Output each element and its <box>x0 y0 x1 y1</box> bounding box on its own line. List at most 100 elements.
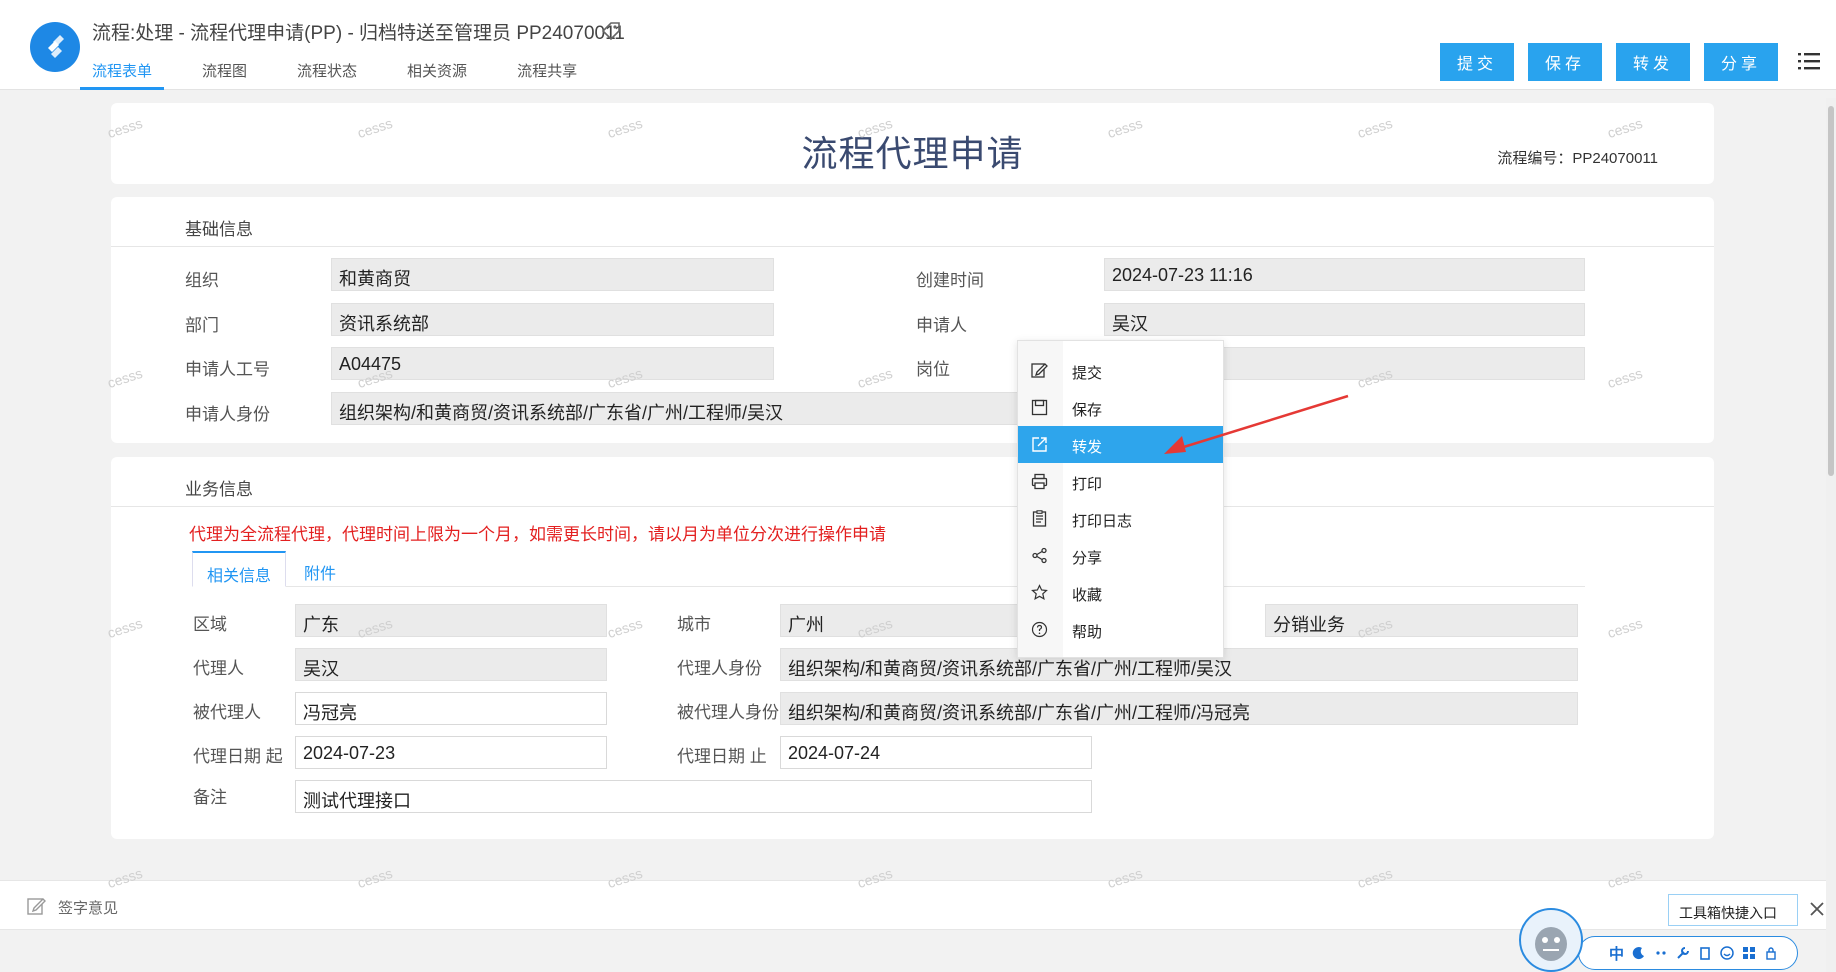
sign-opinion-label: 签字意见 <box>58 900 119 917</box>
menu-item-print-log[interactable]: 打印日志 <box>1018 500 1223 537</box>
post-label: 岗位 <box>916 360 950 379</box>
submit-button[interactable]: 提交 <box>1440 43 1514 81</box>
star-icon <box>1031 584 1048 600</box>
menu-item-label: 转发 <box>1072 439 1103 456</box>
annotation-arrow-icon <box>1164 394 1349 454</box>
start-date-label: 代理日期 起 <box>193 747 283 766</box>
menu-item-label: 打印 <box>1072 476 1103 493</box>
basic-info-title: 基础信息 <box>185 220 253 239</box>
tab-flow-share[interactable]: 流程共享 <box>505 56 589 90</box>
agency-warning-text: 代理为全流程代理，代理时间上限为一个月，如需更长时间，请以月为单位分次进行操作申… <box>189 525 886 544</box>
form-title-panel: 流程代理申请 流程编号：PP24070011 <box>111 103 1714 184</box>
principal-field[interactable]: 冯冠亮 <box>295 692 607 725</box>
share-icon <box>1032 547 1047 564</box>
page-title: 流程:处理 - 流程代理申请(PP) - 归档特送至管理员 PP24070011 <box>92 23 625 44</box>
business-info-title: 业务信息 <box>185 480 253 499</box>
save-icon <box>1031 399 1048 416</box>
principal-identity-field[interactable]: 组织架构/和黄商贸/资讯系统部/广东省/广州/工程师/冯冠亮 <box>780 692 1578 725</box>
context-menu: 提交 保存 转发 打印 打印日志 分享 收藏 帮助 <box>1017 340 1224 658</box>
end-date-label: 代理日期 止 <box>677 747 767 766</box>
forward-icon <box>1032 437 1047 452</box>
edit-icon <box>1031 363 1048 378</box>
clipboard-icon[interactable] <box>1698 946 1712 960</box>
app-logo-icon <box>30 22 80 72</box>
business-info-header: 业务信息 <box>111 457 1714 507</box>
empno-label: 申请人工号 <box>185 360 270 379</box>
tab-flow-status[interactable]: 流程状态 <box>285 56 369 90</box>
tab-related-resources[interactable]: 相关资源 <box>395 56 479 90</box>
principal-identity-label: 被代理人身份 <box>677 703 779 722</box>
save-button[interactable]: 保存 <box>1528 43 1602 81</box>
edit-icon <box>27 898 46 915</box>
menu-item-label: 帮助 <box>1072 624 1103 641</box>
menu-item-label: 分享 <box>1072 550 1103 567</box>
created-label: 创建时间 <box>916 271 984 290</box>
app-header: 流程:处理 - 流程代理申请(PP) - 归档特送至管理员 PP24070011… <box>0 0 1836 90</box>
agent-identity-label: 代理人身份 <box>677 659 762 678</box>
business-info-panel: 业务信息 代理为全流程代理，代理时间上限为一个月，如需更长时间，请以月为单位分次… <box>111 457 1714 839</box>
basic-info-panel: 基础信息 组织 和黄商贸 创建时间 2024-07-23 11:16 部门 资讯… <box>111 197 1714 443</box>
org-label: 组织 <box>185 271 219 290</box>
menu-item-label: 保存 <box>1072 402 1103 419</box>
agent-field[interactable]: 吴汉 <box>295 648 607 681</box>
printer-icon <box>1031 473 1048 490</box>
ime-language-label[interactable]: 中 <box>1609 943 1624 964</box>
help-icon <box>1031 621 1048 638</box>
form-tabs: 流程表单 流程图 流程状态 相关资源 流程共享 <box>80 56 615 90</box>
page-scrollbar[interactable] <box>1826 98 1836 972</box>
identity-label: 申请人身份 <box>185 405 270 424</box>
emoji-icon[interactable] <box>1720 946 1734 960</box>
wrench-icon[interactable] <box>1676 946 1690 960</box>
region-field[interactable]: 广东 <box>295 604 607 637</box>
flow-number: 流程编号：PP24070011 <box>1497 150 1658 167</box>
menu-item-label: 收藏 <box>1072 587 1103 604</box>
menu-item-share[interactable]: 分享 <box>1018 537 1223 574</box>
info-subtabs: 相关信息 附件 <box>192 551 1585 587</box>
log-icon <box>1032 510 1047 527</box>
basic-info-header: 基础信息 <box>111 197 1714 247</box>
lock-icon[interactable] <box>1764 946 1778 960</box>
end-date-field[interactable]: 2024-07-24 <box>780 736 1092 769</box>
org-field[interactable]: 和黄商贸 <box>331 258 774 291</box>
created-field[interactable]: 2024-07-23 11:16 <box>1104 258 1585 291</box>
dept-field[interactable]: 资讯系统部 <box>331 303 774 336</box>
menu-item-submit[interactable]: 提交 <box>1018 352 1223 389</box>
action-buttons: 提交 保存 转发 分享 <box>1440 43 1778 81</box>
tag-icon[interactable] <box>600 20 622 42</box>
remark-field[interactable]: 测试代理接口 <box>295 780 1092 813</box>
city-label: 城市 <box>677 615 711 634</box>
mascot-icon <box>1535 927 1567 961</box>
dept-label: 部门 <box>185 316 219 335</box>
tab-flow-form[interactable]: 流程表单 <box>80 56 165 90</box>
menu-item-label: 提交 <box>1072 365 1103 382</box>
remark-label: 备注 <box>193 788 227 807</box>
tab-attachments[interactable]: 附件 <box>290 551 350 587</box>
start-date-field[interactable]: 2024-07-23 <box>295 736 607 769</box>
region-label: 区域 <box>193 615 227 634</box>
tab-flow-chart[interactable]: 流程图 <box>190 56 259 90</box>
share-button[interactable]: 分享 <box>1704 43 1778 81</box>
list-menu-icon[interactable] <box>1798 51 1820 71</box>
tab-related-info[interactable]: 相关信息 <box>192 551 287 587</box>
menu-item-print[interactable]: 打印 <box>1018 463 1223 500</box>
ime-mascot-avatar[interactable] <box>1519 908 1583 972</box>
ime-toolbar[interactable]: 中 <box>1578 936 1798 970</box>
applicant-label: 申请人 <box>916 316 967 335</box>
identity-field[interactable]: 组织架构/和黄商贸/资讯系统部/广东省/广州/工程师/吴汉 <box>331 392 1131 425</box>
menu-item-help[interactable]: 帮助 <box>1018 611 1223 648</box>
punctuation-icon[interactable] <box>1654 946 1668 960</box>
scrollbar-thumb[interactable] <box>1828 106 1834 476</box>
menu-item-label: 打印日志 <box>1072 513 1133 530</box>
applicant-field[interactable]: 吴汉 <box>1104 303 1585 336</box>
empno-field[interactable]: A04475 <box>331 347 774 380</box>
business-type-field[interactable]: 分销业务 <box>1265 604 1578 637</box>
grid-icon[interactable] <box>1742 946 1756 960</box>
form-title: 流程代理申请 <box>801 133 1024 174</box>
agent-label: 代理人 <box>193 659 244 678</box>
close-icon[interactable] <box>1806 898 1828 920</box>
menu-item-favorite[interactable]: 收藏 <box>1018 574 1223 611</box>
toolbox-tooltip[interactable]: 工具箱快捷入口 <box>1668 894 1798 926</box>
principal-label: 被代理人 <box>193 703 261 722</box>
moon-icon[interactable] <box>1632 946 1646 960</box>
forward-button[interactable]: 转发 <box>1616 43 1690 81</box>
